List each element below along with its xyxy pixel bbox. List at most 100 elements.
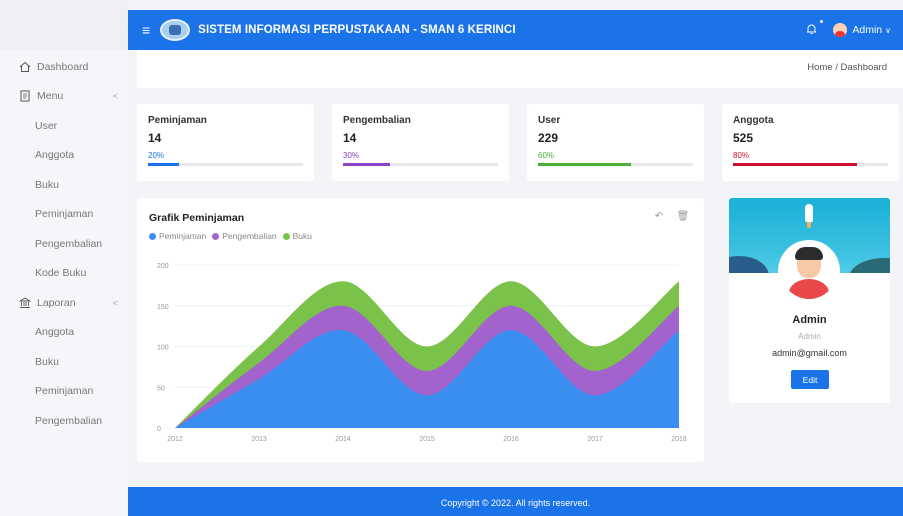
legend-dot <box>149 232 156 240</box>
y-tick-label: 50 <box>157 385 165 392</box>
sidebar-item-label: Laporan <box>37 296 76 309</box>
x-tick-label: 2015 <box>419 436 435 443</box>
y-tick-label: 150 <box>157 304 169 311</box>
stat-percent: 20% <box>148 151 165 160</box>
user-name: Admin <box>852 24 883 36</box>
stat-percent: 60% <box>538 151 555 160</box>
app-title: SISTEM INFORMASI PERPUSTAKAAN - SMAN 6 K… <box>198 24 516 36</box>
sidebar-item-label: Anggota <box>35 149 75 162</box>
legend-item[interactable]: Buku <box>282 231 312 241</box>
progress-bar <box>343 163 498 166</box>
edit-button[interactable]: Edit <box>791 370 829 389</box>
sidebar-item-label: Dashboard <box>37 60 89 73</box>
progress-bar <box>148 163 303 166</box>
rocket-icon <box>805 204 813 228</box>
home-icon <box>18 60 31 73</box>
bell-icon[interactable] <box>806 19 824 38</box>
progress-fill <box>538 163 631 166</box>
stat-label: Peminjaman <box>148 115 207 126</box>
undo-icon[interactable]: ↶ <box>652 210 666 224</box>
sidebar-logo-area <box>0 0 128 50</box>
footer: Copyright © 2022. All rights reserved. <box>128 487 903 516</box>
sidebar-item-label: Peminjaman <box>35 385 94 398</box>
sidebar-item-menu[interactable]: Menu < <box>0 82 128 112</box>
chevron-left-icon: < <box>112 297 118 308</box>
progress-bar <box>733 163 888 166</box>
user-menu[interactable]: Admin ∨ <box>833 23 891 37</box>
sidebar-item-label: Anggota <box>35 326 75 339</box>
stat-label: User <box>538 115 561 126</box>
sidebar-item-buku[interactable]: Buku <box>0 170 128 200</box>
y-tick-label: 200 <box>157 263 169 270</box>
legend-label: Pengembalian <box>222 231 277 241</box>
progress-fill <box>733 163 857 166</box>
legend-dot <box>212 232 220 240</box>
top-navbar: ≡ SISTEM INFORMASI PERPUSTAKAAN - SMAN 6… <box>128 10 903 50</box>
school-logo <box>160 19 191 41</box>
stat-card-peminjaman: Peminjaman 14 20% <box>137 104 314 181</box>
sidebar: Dashboard Menu < User Anggota Buku Pemin… <box>0 0 128 516</box>
sidebar-item-user[interactable]: User <box>0 111 128 141</box>
progress-bar <box>538 163 693 166</box>
sidebar-item-label: Peminjaman <box>35 208 94 221</box>
x-tick-label: 2012 <box>167 436 183 443</box>
profile-card: Admin Admin admin@gmail.com Edit <box>729 198 890 403</box>
avatar <box>833 23 848 37</box>
stat-card-pengembalian: Pengembalian 14 30% <box>332 104 509 181</box>
legend-item[interactable]: Pengembalian <box>212 231 277 241</box>
profile-email: admin@gmail.com <box>772 348 847 358</box>
sidebar-item-label: Buku <box>35 355 59 368</box>
avatar <box>778 240 840 302</box>
stat-card-anggota: Anggota 525 80% <box>722 104 899 181</box>
document-icon <box>18 90 31 103</box>
sidebar-item-label: Pengembalian <box>35 237 103 250</box>
x-tick-label: 2013 <box>251 436 267 443</box>
stat-card-user: User 229 60% <box>527 104 704 181</box>
y-tick-label: 0 <box>157 426 161 433</box>
sidebar-item-label: Buku <box>35 178 59 191</box>
trash-icon[interactable]: 🗑 <box>676 210 690 224</box>
stat-label: Pengembalian <box>343 115 411 126</box>
sidebar-item-laporan-buku[interactable]: Buku <box>0 347 128 377</box>
sidebar-item-label: Pengembalian <box>35 414 103 427</box>
x-tick-label: 2014 <box>335 436 351 443</box>
sidebar-item-dashboard[interactable]: Dashboard <box>0 52 128 82</box>
y-tick-label: 100 <box>157 345 169 352</box>
sidebar-item-label: Menu <box>37 90 64 103</box>
sidebar-item-laporan-peminjaman[interactable]: Peminjaman <box>0 377 128 407</box>
sidebar-item-pengembalian[interactable]: Pengembalian <box>0 229 128 259</box>
bank-icon <box>18 296 31 309</box>
breadcrumb-bar: Home / Dashboard <box>137 50 903 88</box>
chart-title: Grafik Peminjaman <box>149 212 245 224</box>
legend-dot <box>282 232 290 240</box>
chart-card: 0 50 100 150 200 2012 2013 2014 2015 2016 2017 2018… <box>137 198 704 462</box>
legend-label: Peminjaman <box>159 231 207 241</box>
stat-value: 229 <box>538 131 559 145</box>
sidebar-item-laporan-anggota[interactable]: Anggota <box>0 318 128 348</box>
profile-name: Admin <box>792 314 827 326</box>
sidebar-item-laporan-pengembalian[interactable]: Pengembalian <box>0 406 128 436</box>
stat-value: 14 <box>148 131 162 145</box>
stat-value: 14 <box>343 131 357 145</box>
progress-fill <box>148 163 179 166</box>
sidebar-item-peminjaman[interactable]: Peminjaman <box>0 200 128 230</box>
stat-value: 525 <box>733 131 754 145</box>
sidebar-item-kode-buku[interactable]: Kode Buku <box>0 259 128 289</box>
stat-percent: 30% <box>343 151 360 160</box>
chevron-down-icon: ∨ <box>885 25 891 35</box>
x-tick-label: 2017 <box>587 436 603 443</box>
legend-label: Buku <box>292 231 312 241</box>
legend-item[interactable]: Peminjaman <box>149 231 206 241</box>
breadcrumb: Home / Dashboard <box>807 62 887 73</box>
x-tick-label: 2018 <box>671 436 687 443</box>
hamburger-menu-icon[interactable]: ≡ <box>142 22 150 38</box>
stat-percent: 80% <box>733 151 750 160</box>
x-tick-label: 2016 <box>503 436 519 443</box>
sidebar-item-label: Kode Buku <box>35 267 87 280</box>
chevron-left-icon: < <box>112 91 118 102</box>
sidebar-item-laporan[interactable]: Laporan < <box>0 288 128 318</box>
sidebar-item-label: User <box>35 119 58 132</box>
sidebar-item-anggota[interactable]: Anggota <box>0 141 128 171</box>
stat-label: Anggota <box>733 115 774 126</box>
profile-role: Admin <box>798 332 821 341</box>
